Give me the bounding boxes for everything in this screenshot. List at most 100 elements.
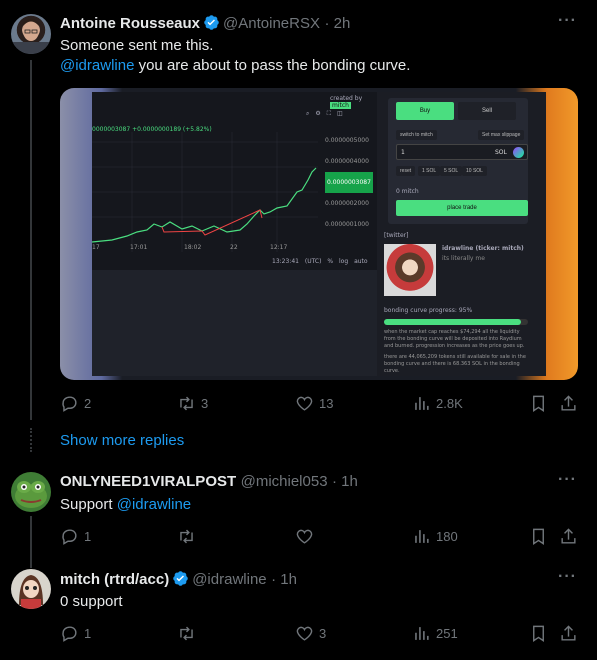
retweet-icon [180,529,193,544]
thread-dots [30,428,32,452]
bookmark-button[interactable] [529,394,553,413]
analytics-icon [415,397,429,410]
trade-panel: Buy Sell switch to mitch Set max slippag… [388,98,528,224]
avatar[interactable] [11,569,51,609]
twitter-link: [twitter] [384,232,409,239]
heart-icon [296,529,313,544]
reply-button[interactable]: 2 [60,394,91,413]
sell-tab: Sell [458,102,516,120]
y-tick: 0.0000004000 [325,158,369,165]
author-name[interactable]: ONLYNEED1VIRALPOST [60,473,236,490]
x-tick: 18:02 [184,244,202,251]
tweet-header: ONLYNEED1VIRALPOST @michiel053 · 1h [60,473,358,491]
like-button[interactable]: 3 [295,624,326,643]
bookmark-icon [533,395,544,412]
creator-badge: mitch [330,102,351,109]
thread-line-main [30,60,32,420]
x-tick: 22 [230,244,238,251]
retweet-button[interactable] [177,527,201,546]
share-button[interactable] [559,624,583,643]
like-count: 13 [319,396,334,411]
tweet-text-line: Someone sent me this. [60,37,214,54]
preset-10: 10 SOL [462,166,487,176]
token-name: idrawline (ticker: mitch) [442,245,524,252]
reply-button[interactable]: 1 [60,624,91,643]
tweet-text: 0 support [60,593,123,610]
preset-5: 5 SOL [440,166,463,176]
embedded-screenshot: created by mitch ⌕⚙⛶◫ 0000003087 +0.0000… [92,92,546,376]
bookmark-button[interactable] [529,527,553,546]
tweet-header: Antoine Rousseaux @AntoineRSX · 2h [60,14,350,33]
sol-icon [513,147,524,158]
chart-footer: 13:23:41 (UTC) % log auto [272,258,368,265]
reply-icon [62,626,77,642]
share-button[interactable] [559,527,583,546]
verified-badge-icon [173,571,188,586]
y-tick: 0.0000002000 [325,200,369,207]
author-name[interactable]: mitch (rtrd/acc) [60,571,169,588]
thread-line-reply [30,516,32,568]
more-options-icon[interactable]: ··· [558,471,577,489]
reply-icon [62,396,77,412]
retweet-count: 3 [201,396,209,411]
author-handle[interactable]: @idrawline [192,571,266,588]
created-by-text: created by [330,95,363,102]
retweet-button[interactable]: 3 [177,394,208,413]
preset-1: 1 SOL [418,166,441,176]
y-axis: 0.0000005000 0.0000004000 0.0000003087 0… [325,130,373,235]
analytics-icon [415,530,429,543]
tweet-media[interactable]: created by mitch ⌕⚙⛶◫ 0000003087 +0.0000… [60,88,578,380]
mention-link[interactable]: @idrawline [117,496,191,513]
auto-toggle: auto [354,258,368,265]
share-icon [561,625,576,641]
author-handle[interactable]: @AntoineRSX [223,15,320,32]
timestamp[interactable]: · 1h [332,473,358,490]
view-count: 251 [436,626,458,641]
retweet-icon [180,396,193,411]
preset-reset: reset [396,166,416,176]
avatar[interactable] [11,472,51,512]
chart-time: 13:23:41 (UTC) [272,258,322,265]
timestamp[interactable]: · 1h [271,571,297,588]
tweet-text-rest: you are about to pass the bonding curve. [134,57,411,74]
reply-button[interactable]: 1 [60,527,91,546]
tweet-text: Someone sent me this. @idrawline you are… [60,36,410,76]
currency-label: SOL [495,149,507,156]
analytics-icon [415,627,429,640]
tweet-text-body: Support [60,496,117,513]
author-handle[interactable]: @michiel053 [241,473,328,490]
view-count: 2.8K [436,396,463,411]
views-button[interactable]: 180 [412,527,458,546]
info-text-1: when the market cap reaches $74,294 all … [384,329,525,349]
like-button[interactable]: 13 [295,394,333,413]
reply-count: 1 [84,529,92,544]
more-options-icon[interactable]: ··· [558,568,577,586]
amount-value: 1 [401,149,405,156]
avatar[interactable] [11,14,51,54]
place-trade-button: place trade [396,200,528,216]
more-options-icon[interactable]: ··· [558,12,577,30]
retweet-button[interactable] [177,624,201,643]
info-text-2: there are 44,065,209 tokens still availa… [384,354,526,374]
show-more-replies-link[interactable]: Show more replies [60,432,184,449]
timestamp[interactable]: · 2h [324,15,350,32]
views-button[interactable]: 251 [412,624,458,643]
views-button[interactable]: 2.8K [412,394,463,413]
x-tick: 17:01 [130,244,148,251]
share-icon [561,395,576,411]
bookmark-icon [533,625,544,642]
bonding-progress-fill [384,319,521,325]
heart-icon [296,396,313,411]
created-by-label: created by mitch [330,95,377,109]
bookmark-button[interactable] [529,624,553,643]
y-tick-current: 0.0000003087 [325,172,373,193]
pct-toggle: % [327,258,334,265]
x-tick: 12:17 [270,244,288,251]
mention-link[interactable]: @idrawline [60,57,134,74]
chart-tool-icons: ⌕⚙⛶◫ [306,110,349,117]
heart-icon [296,626,313,641]
amount-input: 1 SOL [396,144,528,160]
author-name[interactable]: Antoine Rousseaux [60,15,200,32]
share-button[interactable] [559,394,583,413]
like-button[interactable] [295,527,319,546]
